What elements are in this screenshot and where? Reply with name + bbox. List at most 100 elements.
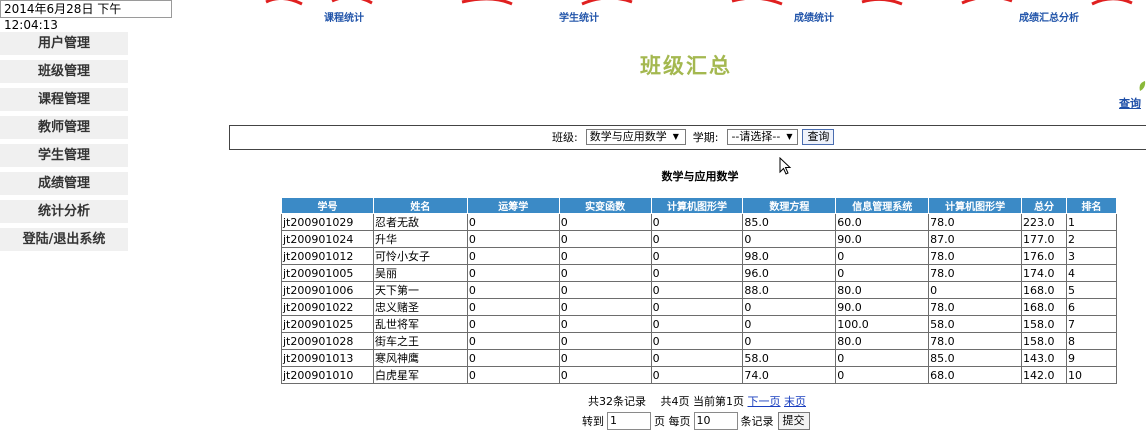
sidebar-item-user-management[interactable]: 用户管理 bbox=[0, 32, 128, 55]
table-cell: 0 bbox=[835, 264, 930, 282]
submit-button[interactable]: 提交 bbox=[777, 412, 810, 430]
col-header-computer-graphics: 计算机图形学 bbox=[650, 197, 744, 214]
class-select[interactable]: 数学与应用数学 ▼ bbox=[585, 129, 686, 145]
sidebar-item-statistics[interactable]: 统计分析 bbox=[0, 200, 128, 223]
table-cell: 可怜小女子 bbox=[372, 247, 468, 265]
table-cell: 90.0 bbox=[835, 230, 930, 248]
table-cell: 142.0 bbox=[1021, 366, 1067, 384]
table-cell: jt200901012 bbox=[281, 247, 374, 265]
table-cell: jt200901028 bbox=[281, 332, 374, 350]
sidebar-item-course-management[interactable]: 课程管理 bbox=[0, 88, 128, 111]
goto-page-input[interactable]: 1 bbox=[607, 412, 651, 430]
table-cell: 0 bbox=[742, 230, 837, 248]
table-cell: jt200901029 bbox=[281, 213, 374, 231]
table-cell: 升华 bbox=[372, 230, 468, 248]
table-cell: 0 bbox=[466, 230, 560, 248]
table-cell: 0 bbox=[835, 247, 930, 265]
table-cell: 223.0 bbox=[1021, 213, 1067, 231]
dropdown-arrow-icon: ▼ bbox=[786, 132, 793, 141]
term-select[interactable]: --请选择-- ▼ bbox=[727, 129, 799, 145]
table-cell: 0 bbox=[466, 213, 560, 231]
table-cell: 158.0 bbox=[1021, 332, 1067, 350]
table-cell: jt200901013 bbox=[281, 349, 374, 367]
col-header-real-analysis: 实变函数 bbox=[558, 197, 652, 214]
table-cell: 0 bbox=[466, 332, 560, 350]
goto-label: 转到 bbox=[582, 415, 604, 428]
pagination-summary: 共32条记录 共4页 当前第1页 下一页 末页 bbox=[588, 393, 806, 409]
table-cell: jt200901010 bbox=[281, 366, 374, 384]
table-cell: 176.0 bbox=[1021, 247, 1067, 265]
table-cell: 177.0 bbox=[1021, 230, 1067, 248]
page-title: 班级汇总 bbox=[640, 53, 732, 78]
records-label: 条记录 bbox=[740, 415, 774, 428]
col-header-operations-research: 运筹学 bbox=[466, 197, 560, 214]
table-cell: jt200901025 bbox=[281, 315, 374, 333]
table-cell: 10 bbox=[1066, 366, 1117, 384]
table-cell: 0 bbox=[650, 264, 744, 282]
next-page-link[interactable]: 下一页 bbox=[748, 395, 781, 408]
table-cell: 78.0 bbox=[928, 332, 1023, 350]
table-cell: 0 bbox=[650, 349, 744, 367]
table-cell: 80.0 bbox=[835, 332, 930, 350]
sidebar: 用户管理 班级管理 课程管理 教师管理 学生管理 成绩管理 统计分析 登陆/退出… bbox=[0, 32, 128, 256]
table-cell: 0 bbox=[558, 349, 652, 367]
sidebar-item-teacher-management[interactable]: 教师管理 bbox=[0, 116, 128, 139]
table-cell: 0 bbox=[558, 332, 652, 350]
table-cell: 0 bbox=[466, 298, 560, 316]
table-cell: 78.0 bbox=[928, 298, 1023, 316]
table-cell: 吴丽 bbox=[372, 264, 468, 282]
table-cell: 80.0 bbox=[835, 281, 930, 299]
table-cell: 88.0 bbox=[742, 281, 837, 299]
col-header-rank: 排名 bbox=[1066, 197, 1117, 214]
table-cell: 78.0 bbox=[928, 247, 1023, 265]
page-size-input[interactable]: 10 bbox=[693, 412, 738, 430]
table-cell: 0 bbox=[650, 281, 744, 299]
table-cell: 168.0 bbox=[1021, 281, 1067, 299]
sidebar-item-score-management[interactable]: 成绩管理 bbox=[0, 172, 128, 195]
sidebar-item-login-logout[interactable]: 登陆/退出系统 bbox=[0, 228, 128, 251]
dropdown-arrow-icon: ▼ bbox=[672, 132, 679, 141]
nav-course-stats[interactable]: 课程统计 bbox=[324, 9, 364, 24]
nav-score-summary[interactable]: 成绩汇总分析 bbox=[1019, 9, 1079, 24]
table-cell: 3 bbox=[1066, 247, 1117, 265]
table-cell: 0 bbox=[742, 332, 837, 350]
nav-score-stats[interactable]: 成绩统计 bbox=[794, 9, 834, 24]
table-row: jt200901005 吴丽 0 0 0 96.0 0 78.0 174.0 4 bbox=[281, 264, 1117, 282]
last-page-link[interactable]: 末页 bbox=[784, 395, 806, 408]
table-row: jt200901006 天下第一 0 0 0 88.0 80.0 0 168.0 5 bbox=[281, 281, 1117, 299]
nav-student-stats[interactable]: 学生统计 bbox=[559, 9, 599, 24]
query-button[interactable]: 查询 bbox=[802, 129, 835, 145]
table-cell: 忍者无敌 bbox=[372, 213, 468, 231]
table-cell: 85.0 bbox=[742, 213, 837, 231]
table-cell: 0 bbox=[650, 366, 744, 384]
table-cell: 0 bbox=[558, 281, 652, 299]
table-cell: 天下第一 bbox=[372, 281, 468, 299]
table-cell: 90.0 bbox=[835, 298, 930, 316]
table-cell: 9 bbox=[1066, 349, 1117, 367]
table-cell: 5 bbox=[1066, 281, 1117, 299]
table-cell: 街车之王 bbox=[372, 332, 468, 350]
table-cell: 0 bbox=[466, 349, 560, 367]
table-cell: 0 bbox=[650, 315, 744, 333]
col-header-math-physics-equations: 数理方程 bbox=[742, 197, 837, 214]
table-cell: 74.0 bbox=[742, 366, 837, 384]
table-cell: 0 bbox=[558, 230, 652, 248]
table-cell: 2 bbox=[1066, 230, 1117, 248]
table-cell: 143.0 bbox=[1021, 349, 1067, 367]
table-cell: 78.0 bbox=[928, 213, 1023, 231]
goto-bar: 转到 1 页 每页 10 条记录 提交 bbox=[582, 412, 810, 430]
term-label: 学期: bbox=[692, 131, 719, 144]
table-cell: 78.0 bbox=[928, 264, 1023, 282]
table-row: jt200901029 忍者无敌 0 0 0 85.0 60.0 78.0 223.0 1 bbox=[281, 213, 1117, 231]
table-cell: 0 bbox=[466, 315, 560, 333]
query-link[interactable]: 查询 bbox=[1119, 95, 1141, 111]
table-cell: 174.0 bbox=[1021, 264, 1067, 282]
table-cell: 0 bbox=[466, 264, 560, 282]
sidebar-item-class-management[interactable]: 班级管理 bbox=[0, 60, 128, 83]
sidebar-item-student-management[interactable]: 学生管理 bbox=[0, 144, 128, 167]
table-cell: 0 bbox=[466, 281, 560, 299]
table-row: jt200901012 可怜小女子 0 0 0 98.0 0 78.0 176.0 3 bbox=[281, 247, 1117, 265]
col-header-computer-graphics-2: 计算机图形学 bbox=[928, 197, 1023, 214]
table-row: jt200901024 升华 0 0 0 0 90.0 87.0 177.0 2 bbox=[281, 230, 1117, 248]
table-header-row: 学号 姓名 运筹学 实变函数 计算机图形学 数理方程 信息管理系统 计算机图形学… bbox=[281, 197, 1117, 214]
